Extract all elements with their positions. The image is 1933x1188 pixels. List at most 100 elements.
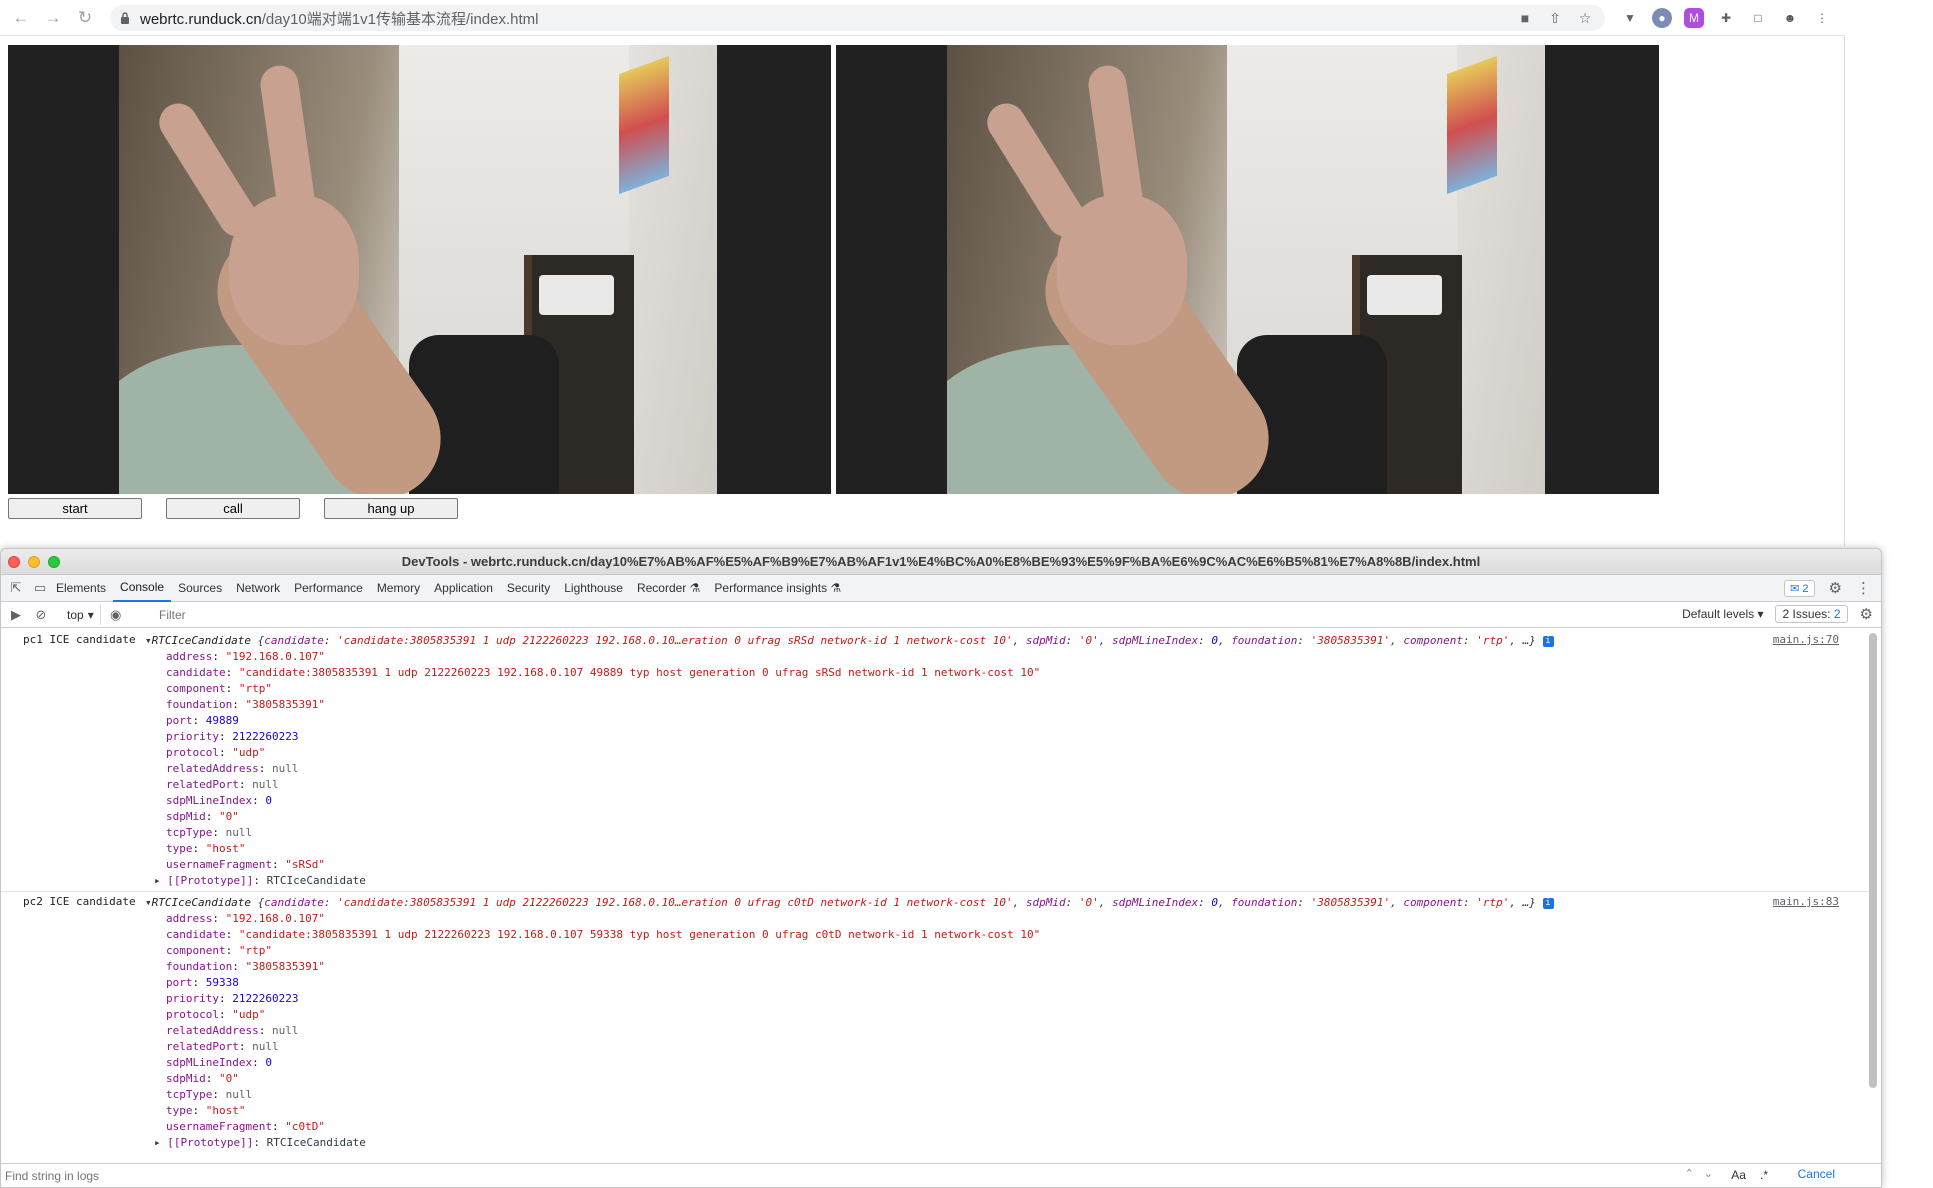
prop-row: foundation: "3805835391" [166,960,325,973]
cancel-find-button[interactable]: Cancel [1798,1167,1835,1181]
console-output: pc1 ICE candidate main.js:70 ▾RTCIceCand… [1,630,1869,1152]
regex-toggle[interactable]: .* [1760,1168,1768,1182]
object-summary[interactable]: ▾RTCIceCandidate {candidate: 'candidate:… [1,895,1869,911]
tab-elements[interactable]: Elements [49,575,113,602]
source-link[interactable]: main.js:83 [1773,895,1839,908]
tab-application[interactable]: Application [427,575,500,602]
back-arrow-icon[interactable]: ← [8,5,34,31]
console-filterbar: ▶ ⊘ top▾ ◉ Default levels ▾ 2 Issues: 2 … [1,602,1881,628]
camera-icon[interactable]: ■ [1515,8,1535,28]
device-toolbar-icon[interactable]: ▭ [31,579,49,597]
issues-button[interactable]: 2 Issues: 2 [1775,605,1848,623]
start-button[interactable]: start [8,498,142,519]
more-options-icon[interactable]: ⋮ [1856,579,1871,597]
object-name: RTCIceCandidate [151,634,251,647]
prop-row: sdpMid: "0" [166,810,239,823]
find-next-icon[interactable]: ⌄ [1704,1167,1713,1180]
prop-value: "rtp" [238,682,272,695]
extension-round-icon[interactable]: ● [1652,8,1672,28]
prop-row: foundation: "3805835391" [166,698,325,711]
prop-row: component: "rtp" [166,944,272,957]
extension-vue-icon[interactable]: ▼ [1620,8,1640,28]
reload-icon[interactable]: ↻ [72,5,98,31]
prop-value: "c0tD" [285,1120,325,1133]
extensions-puzzle-icon[interactable]: ✚ [1716,8,1736,28]
info-icon[interactable]: i [1542,897,1554,909]
prototype-row[interactable]: ▸ [[Prototype]]: RTCIceCandidate [1,1135,1869,1151]
hangup-button[interactable]: hang up [324,498,458,519]
tab-recorder[interactable]: Recorder ⚗ [630,575,707,602]
object-name: RTCIceCandidate [151,896,251,909]
prop-value: null [271,1024,299,1037]
inspect-element-icon[interactable]: ⇱ [7,579,25,597]
share-icon[interactable]: ⇧ [1545,8,1565,28]
prop-row: sdpMLineIndex: 0 [166,794,272,807]
chrome-menu-icon[interactable]: ⋮ [1812,8,1832,28]
prop-row: port: 59338 [166,976,239,989]
log-prefix: pc1 ICE candidate [23,633,136,646]
live-expression-eye-icon[interactable]: ◉ [106,605,126,625]
clear-console-icon[interactable]: ⊘ [31,605,51,625]
expand-triangle-icon[interactable]: ▾ [145,634,152,647]
prop-value: "0" [219,810,239,823]
extension-m-icon[interactable]: M [1684,8,1704,28]
bookmark-star-icon[interactable]: ☆ [1575,8,1595,28]
source-link[interactable]: main.js:70 [1773,633,1839,646]
expand-triangle-icon[interactable]: ▾ [145,896,152,909]
prop-value: "sRSd" [285,858,325,871]
console-settings-icon[interactable]: ⚙ [1860,605,1873,623]
issues-count: 2 [1833,607,1841,621]
remote-video [836,45,1659,494]
prototype-row[interactable]: ▸ [[Prototype]]: RTCIceCandidate [1,873,1869,889]
address-bar[interactable]: webrtc.runduck.cn/day10端对端1v1传输基本流程/inde… [110,5,1605,31]
find-previous-icon[interactable]: ⌃ [1685,1167,1694,1180]
issues-badge[interactable]: ✉ 2 [1784,579,1815,597]
tab-network[interactable]: Network [229,575,287,602]
tab-security[interactable]: Security [500,575,557,602]
reading-list-icon[interactable]: □ [1748,8,1768,28]
collapse-triangle-icon[interactable]: ▸ [154,874,161,887]
profile-avatar-icon[interactable]: ☻ [1780,8,1800,28]
find-input[interactable] [5,1166,1695,1185]
log-levels-dropdown[interactable]: Default levels ▾ [1682,607,1763,621]
prototype-value: RTCIceCandidate [266,1136,366,1149]
tab-memory[interactable]: Memory [370,575,427,602]
object-summary[interactable]: ▾RTCIceCandidate {candidate: 'candidate:… [1,633,1869,649]
prop-row: address: "192.168.0.107" [166,650,325,663]
forward-arrow-icon[interactable]: → [40,5,66,31]
prop-row: candidate: "candidate:3805835391 1 udp 2… [166,666,1041,679]
prop-row: protocol: "udp" [166,1008,266,1021]
minimize-window-icon[interactable] [28,556,40,568]
prop-row: type: "host" [166,842,246,855]
prop-value: null [271,762,299,775]
log-prefix: pc2 ICE candidate [23,895,136,908]
close-window-icon[interactable] [8,556,20,568]
summary-candidate: 'candidate:3805835391 1 udp 2122260223 1… [337,634,1013,647]
url-text[interactable]: webrtc.runduck.cn/day10端对端1v1传输基本流程/inde… [140,8,539,29]
filter-input[interactable] [153,605,1633,625]
tab-performance[interactable]: Performance [287,575,370,602]
video-container [8,45,1659,494]
prop-value: 0 [265,794,272,807]
control-buttons: start call hang up [8,498,482,519]
tab-performance-insights[interactable]: Performance insights ⚗ [707,575,848,602]
prop-row: relatedAddress: null [166,762,299,775]
tab-sources[interactable]: Sources [171,575,229,602]
sidebar-toggle-icon[interactable]: ▶ [6,605,26,625]
lock-icon[interactable] [120,12,134,24]
tab-lighthouse[interactable]: Lighthouse [557,575,630,602]
console-scrollbar[interactable] [1869,633,1877,1088]
prop-value: "host" [205,842,246,855]
tab-console[interactable]: Console [113,575,172,602]
collapse-triangle-icon[interactable]: ▸ [154,1136,161,1149]
call-button[interactable]: call [166,498,300,519]
prop-value: null [252,1040,279,1053]
prop-value: null [225,1088,253,1101]
info-icon[interactable]: i [1542,635,1554,647]
context-selector[interactable]: top ▾ [61,604,101,625]
summary-component: 'rtp' [1476,896,1510,909]
settings-gear-icon[interactable]: ⚙ [1829,579,1842,597]
prop-row: component: "rtp" [166,682,272,695]
match-case-toggle[interactable]: Aa [1731,1168,1746,1182]
maximize-window-icon[interactable] [48,556,60,568]
